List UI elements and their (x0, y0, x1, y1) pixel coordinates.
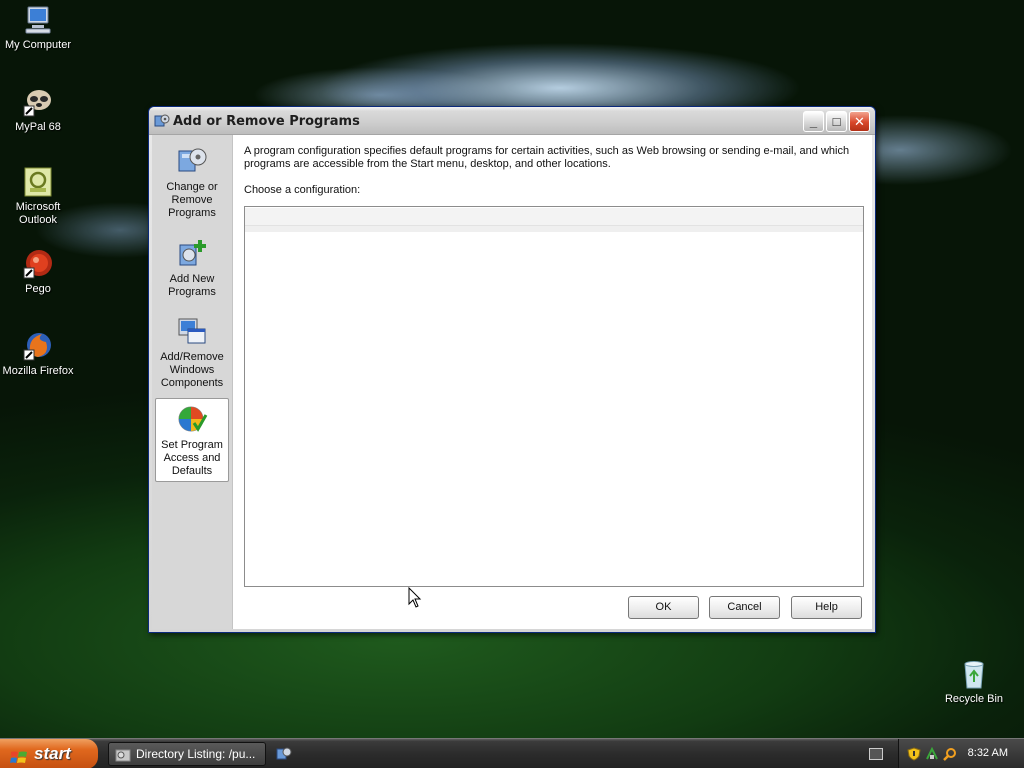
windows-flag-icon (10, 746, 28, 763)
cancel-button[interactable]: Cancel (709, 596, 780, 619)
search-icon[interactable] (943, 747, 957, 761)
sidebar-item-label: Set Program Access and Defaults (161, 439, 223, 477)
clock: 8:32 AM (967, 747, 1008, 759)
network-icon[interactable] (925, 746, 939, 761)
program-access-defaults-icon (176, 403, 208, 435)
change-remove-programs-icon (176, 145, 208, 177)
choose-configuration-label: Choose a configuration: (244, 184, 361, 196)
mouse-cursor-icon (408, 586, 422, 609)
title-bar[interactable]: Add or Remove Programs _ □ ✕ (149, 107, 875, 135)
sidebar-item-windows-components[interactable]: Add/Remove Windows Components (155, 311, 229, 393)
keyboard-icon[interactable] (869, 748, 883, 760)
sidebar-item-label: Add New Programs (168, 273, 216, 298)
description-text: A program configuration specifies defaul… (244, 145, 850, 170)
add-remove-programs-icon (154, 113, 170, 129)
desktop-icon-label: Recycle Bin (944, 693, 1004, 705)
sidebar-item-change-remove[interactable]: Change or Remove Programs (155, 141, 229, 223)
ok-button[interactable]: OK (628, 596, 699, 619)
close-button[interactable]: ✕ (849, 111, 870, 132)
desktop-icon-recycle-bin[interactable]: Recycle Bin (936, 658, 1012, 706)
desktop-icon-label: My Computer (4, 39, 72, 51)
sidebar-item-add-new[interactable]: Add New Programs (155, 233, 229, 303)
taskbar-item-label: Directory Listing: /pu... (136, 747, 256, 761)
add-remove-programs-window: Add or Remove Programs _ □ ✕ Change or R… (148, 106, 876, 633)
configuration-row[interactable] (245, 208, 863, 226)
desktop-icon-my-computer[interactable]: My Computer (0, 4, 76, 52)
add-new-programs-icon (176, 237, 208, 269)
taskbar: start Directory Listing: /pu... 8:32 AM (0, 738, 1024, 768)
sidebar-item-program-access-defaults[interactable]: Set Program Access and Defaults (155, 398, 229, 482)
sidebar: Change or Remove Programs Add New Progra… (152, 135, 233, 629)
taskbar-item-directory-listing[interactable]: Directory Listing: /pu... (108, 742, 266, 766)
windows-components-icon (176, 315, 208, 347)
desktop-icon-pego[interactable]: Pego (0, 248, 76, 296)
system-tray: 8:32 AM (898, 739, 1024, 768)
my-computer-icon (22, 4, 54, 36)
directory-listing-icon (115, 747, 131, 762)
sidebar-item-label: Add/Remove Windows Components (160, 351, 224, 389)
desktop-icon-mypal[interactable]: MyPal 68 (0, 86, 76, 134)
security-shield-icon[interactable] (907, 747, 921, 761)
desktop-icon-label: Pego (25, 283, 51, 295)
recycle-bin-icon (958, 658, 990, 690)
desktop-icon-outlook[interactable]: Microsoft Outlook (0, 166, 76, 227)
add-remove-programs-taskbar-icon[interactable] (276, 746, 292, 762)
sidebar-item-label: Change or Remove Programs (166, 181, 218, 219)
firefox-icon (22, 330, 54, 362)
help-button[interactable]: Help (791, 596, 862, 619)
configuration-row-divider (245, 226, 863, 232)
window-body: Change or Remove Programs Add New Progra… (152, 135, 872, 629)
maximize-button[interactable]: □ (826, 111, 847, 132)
configuration-list[interactable] (244, 206, 864, 587)
desktop-icon-label: Mozilla Firefox (2, 365, 74, 377)
start-button[interactable]: start (0, 739, 98, 768)
mypal-icon (22, 86, 54, 118)
desktop-icon-firefox[interactable]: Mozilla Firefox (0, 330, 76, 378)
outlook-icon (22, 166, 54, 198)
desktop-icon-label: Microsoft Outlook (15, 201, 61, 226)
minimize-button[interactable]: _ (803, 111, 824, 132)
window-title: Add or Remove Programs (173, 114, 360, 129)
desktop-icon-label: MyPal 68 (15, 121, 61, 133)
pego-icon (22, 248, 54, 280)
start-label: start (34, 744, 71, 763)
